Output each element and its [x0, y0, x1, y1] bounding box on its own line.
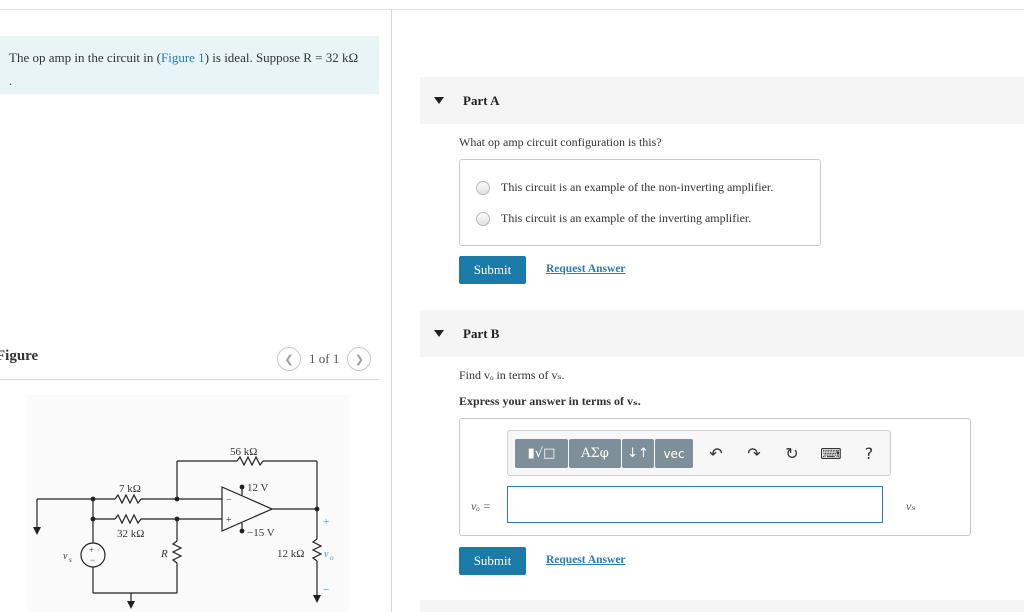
label-r-bottom: 32 kΩ	[117, 528, 144, 540]
part-b-title: Part B	[463, 325, 500, 341]
greek-button[interactable]: AΣφ	[569, 439, 621, 468]
part-a-header[interactable]: Part A	[420, 77, 1024, 124]
part-a-choices: This circuit is an example of the non-in…	[459, 159, 821, 246]
part-a-question: What op amp circuit configuration is thi…	[459, 135, 662, 149]
next-part-header	[420, 600, 1024, 612]
choice-label: This circuit is an example of the invert…	[501, 211, 752, 225]
problem-text-after: ) is ideal. Suppose R = 32 kΩ	[204, 50, 359, 65]
label-opamp-minus: −	[226, 495, 232, 506]
figure-pager: ❮ 1 of 1 ❯	[277, 347, 372, 371]
ground-arrow-right	[313, 595, 321, 603]
label-r-var: R	[160, 548, 168, 560]
label-r-top: 7 kΩ	[119, 483, 141, 495]
label-out: v	[324, 549, 329, 560]
caret-down-icon	[434, 97, 444, 104]
label-vneg: −15 V	[247, 527, 275, 539]
help-button[interactable]: ?	[856, 439, 882, 468]
templates-button[interactable]: ▮√□	[515, 439, 568, 468]
problem-statement: The op amp in the circuit in (Figure 1) …	[0, 36, 379, 94]
radio-inverting[interactable]	[476, 211, 490, 226]
part-a-submit-button[interactable]: Submit	[459, 256, 526, 284]
vector-button[interactable]: vec	[655, 439, 693, 468]
figure-title: Figure	[0, 348, 39, 364]
math-toolbar: ▮√□ AΣφ ↓↑ vec ↶ ↷ ↻ ⌨ ?	[507, 430, 891, 476]
problem-text-before: The op amp in the circuit in (	[9, 50, 161, 65]
part-b-header[interactable]: Part B	[420, 310, 1024, 357]
ground-arrow-left	[33, 527, 41, 535]
label-out-plus: +	[323, 516, 329, 528]
top-border	[0, 9, 1024, 10]
label-out-sub: o	[330, 554, 334, 562]
label-r-load: 12 kΩ	[277, 548, 304, 560]
label-src-plus: +	[89, 545, 94, 555]
ground-arrow-bottom	[127, 601, 135, 609]
circuit-diagram: 56 kΩ 7 kΩ 32 kΩ 12 V −15 V R 12 kΩ − + …	[33, 446, 334, 609]
label-src-minus: −	[90, 555, 95, 565]
prev-figure-button[interactable]: ❮	[277, 347, 301, 371]
problem-trailing: .	[9, 74, 12, 88]
radio-non-inverting[interactable]	[476, 180, 490, 195]
figure-divider	[0, 379, 379, 380]
answer-input[interactable]	[507, 486, 883, 523]
part-b-submit-button[interactable]: Submit	[459, 547, 526, 575]
part-b-instruction: Express your answer in terms of vₛ.	[459, 394, 641, 408]
part-b-question: Find vₒ in terms of vₛ.	[459, 368, 565, 382]
reset-icon[interactable]: ↻	[779, 439, 805, 468]
circuit-figure: 56 kΩ 7 kΩ 32 kΩ 12 V −15 V R 12 kΩ − + …	[27, 395, 349, 612]
part-a-request-answer-link[interactable]: Request Answer	[546, 263, 626, 275]
resistor-R	[171, 540, 183, 564]
arrows-button[interactable]: ↓↑	[622, 439, 654, 468]
label-out-minus: −	[323, 584, 329, 596]
label-opamp-plus: +	[226, 515, 232, 526]
answer-unit: vₛ	[906, 499, 916, 513]
resistor-7k	[114, 493, 142, 505]
answer-label: vₒ =	[471, 499, 491, 513]
redo-icon[interactable]: ↷	[741, 439, 767, 468]
keyboard-icon[interactable]: ⌨	[818, 439, 844, 468]
caret-down-icon	[434, 330, 444, 337]
panel-divider	[391, 9, 392, 612]
label-vpos: 12 V	[247, 482, 269, 494]
choice-inverting[interactable]: This circuit is an example of the invert…	[476, 211, 751, 226]
choice-non-inverting[interactable]: This circuit is an example of the non-in…	[476, 180, 773, 195]
figure-link[interactable]: Figure 1	[161, 50, 205, 65]
resistor-32k	[114, 513, 142, 525]
resistor-load	[311, 538, 323, 562]
choice-label: This circuit is an example of the non-in…	[501, 180, 774, 194]
resistor-feedback	[236, 455, 264, 467]
label-src: v	[63, 551, 68, 562]
part-a-title: Part A	[463, 92, 500, 108]
label-r-feedback: 56 kΩ	[230, 446, 257, 458]
undo-icon[interactable]: ↶	[703, 439, 729, 468]
label-src-sub: s	[69, 556, 72, 564]
pager-text: 1 of 1	[309, 351, 340, 366]
chevron-left-icon: ❮	[284, 352, 294, 366]
next-figure-button[interactable]: ❯	[347, 347, 372, 371]
chevron-right-icon: ❯	[354, 352, 364, 366]
part-b-request-answer-link[interactable]: Request Answer	[546, 554, 626, 566]
